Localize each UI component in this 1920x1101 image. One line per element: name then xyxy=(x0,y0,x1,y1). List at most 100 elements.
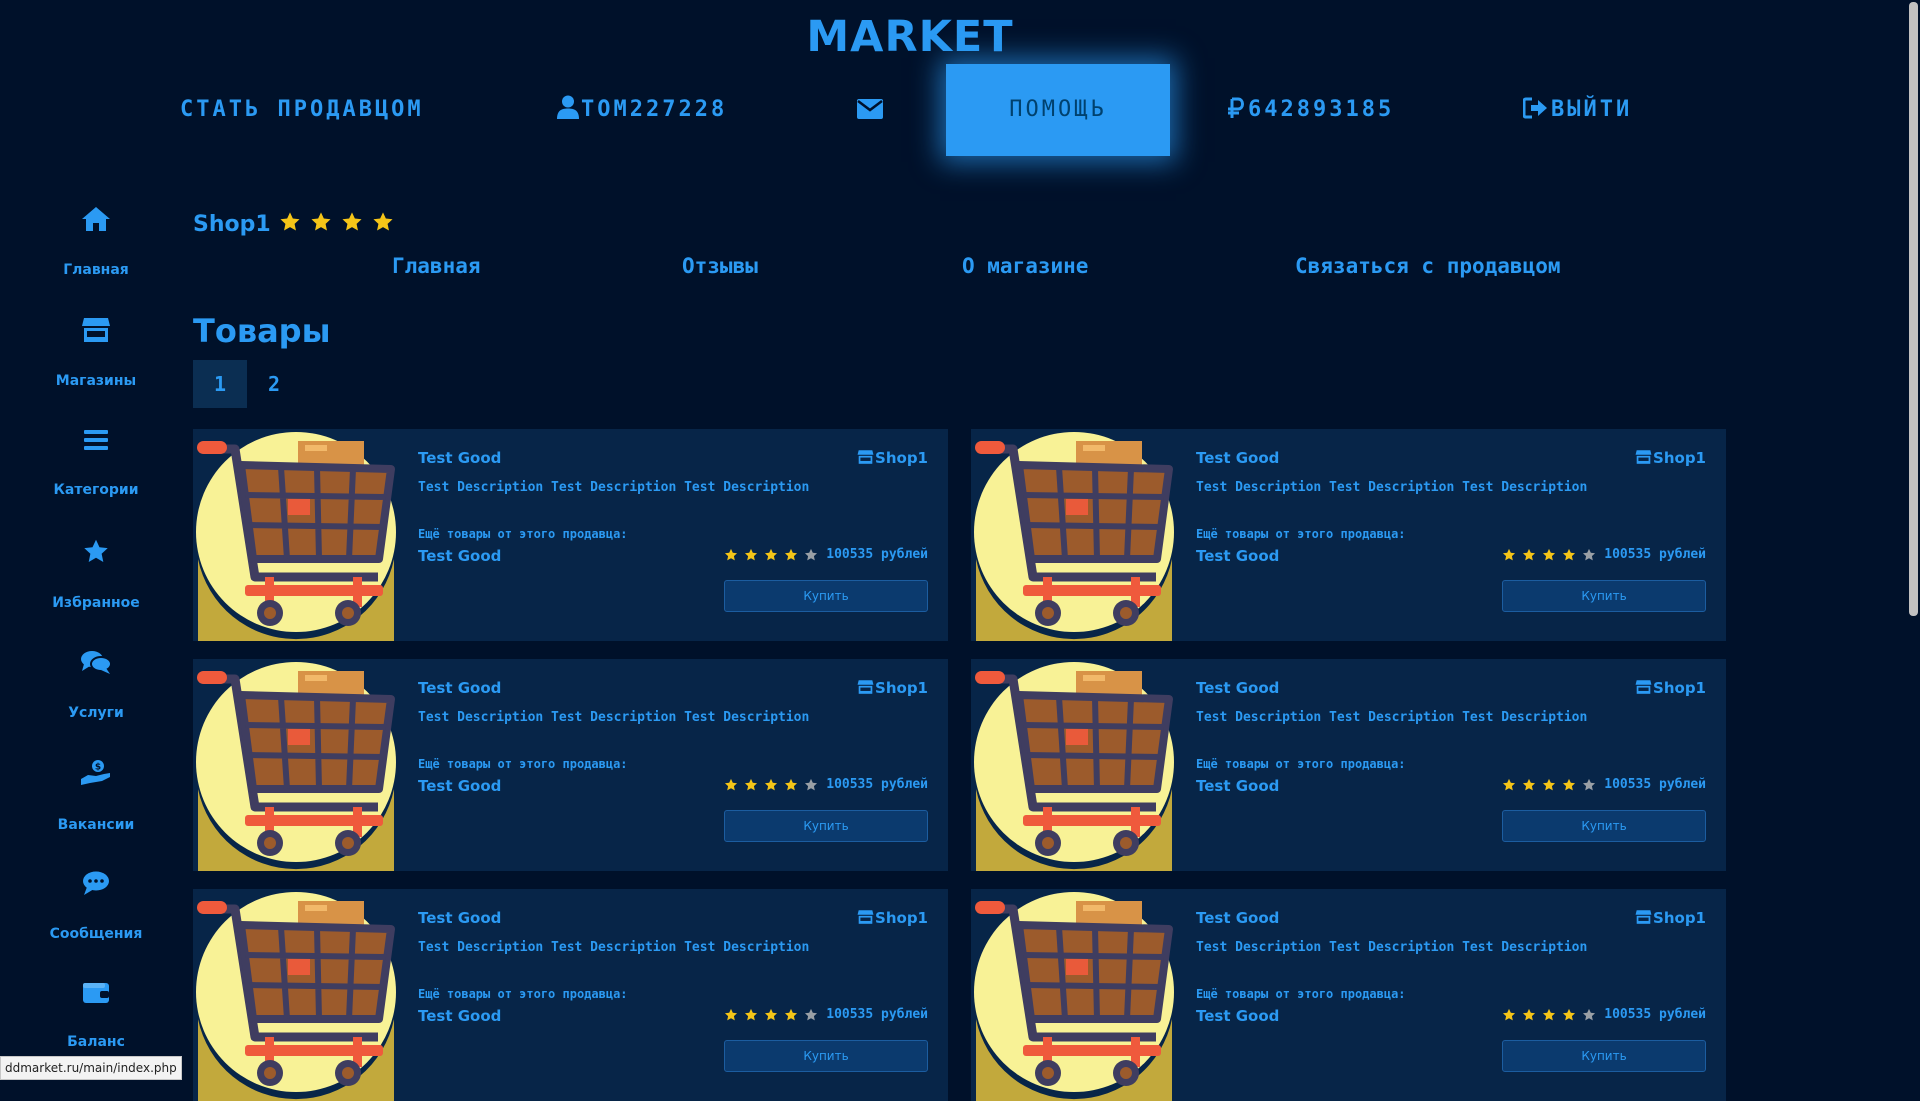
sidebar-item-shops[interactable]: Магазины xyxy=(0,317,192,389)
product-image[interactable] xyxy=(193,659,403,871)
sidebar-item-label: Услуги xyxy=(68,705,124,721)
product-shop-link[interactable]: Shop1 xyxy=(1635,449,1706,467)
balance-link[interactable]: 642893185 xyxy=(1228,64,1394,156)
sidebar-item-categories[interactable]: Категории xyxy=(0,428,192,498)
rating-star-icon xyxy=(1503,1008,1516,1020)
shopping-cart-image xyxy=(974,662,1174,871)
product-shop-name: Shop1 xyxy=(1653,909,1706,927)
shop-name[interactable]: Shop1 xyxy=(193,212,271,237)
product-shop-link[interactable]: Shop1 xyxy=(1635,679,1706,697)
product-shop-link[interactable]: Shop1 xyxy=(857,679,928,697)
buy-button[interactable]: Купить xyxy=(1502,580,1706,612)
buy-button[interactable]: Купить xyxy=(1502,810,1706,842)
tab-shop-home[interactable]: Главная xyxy=(392,254,481,278)
product-image[interactable] xyxy=(971,659,1181,871)
product-shop-link[interactable]: Shop1 xyxy=(1635,909,1706,927)
scrollbar-thumb[interactable] xyxy=(1909,2,1918,616)
product-shop-link[interactable]: Shop1 xyxy=(857,449,928,467)
product-card[interactable]: Test Good Shop1 Test Description Test Desc… xyxy=(193,659,948,871)
page-button-2[interactable]: 2 xyxy=(247,360,301,408)
product-title[interactable]: Test Good xyxy=(1196,679,1279,697)
pagination: 1 2 xyxy=(193,360,301,408)
product-shop-link[interactable]: Shop1 xyxy=(857,909,928,927)
rating-star-icon xyxy=(725,778,738,790)
more-from-seller-item[interactable]: Test Good xyxy=(418,777,501,795)
profile-link[interactable]: TOM227228 xyxy=(557,64,727,156)
rating-star-icon xyxy=(785,548,798,560)
product-title[interactable]: Test Good xyxy=(1196,449,1279,467)
logout-link[interactable]: ВЫЙТИ xyxy=(1522,64,1633,156)
more-from-seller-label: Ещё товары от этого продавца: xyxy=(418,527,628,541)
product-rating: 100535 рублей xyxy=(724,547,928,562)
more-from-seller-label: Ещё товары от этого продавца: xyxy=(1196,527,1406,541)
store-icon xyxy=(857,910,874,924)
product-title[interactable]: Test Good xyxy=(418,449,501,467)
logout-label: ВЫЙТИ xyxy=(1551,97,1633,122)
tab-reviews[interactable]: Отзывы xyxy=(682,254,758,278)
shopping-cart-image xyxy=(974,432,1174,641)
become-seller-link[interactable]: СТАТЬ ПРОДАВЦОМ xyxy=(180,64,424,156)
rating-star-icon xyxy=(1563,1008,1576,1020)
help-button[interactable]: ПОМОЩЬ xyxy=(946,64,1170,156)
more-from-seller-item[interactable]: Test Good xyxy=(1196,777,1279,795)
product-image[interactable] xyxy=(971,429,1181,641)
sidebar-item-messages[interactable]: Сообщения xyxy=(0,870,192,942)
sidebar-item-services[interactable]: Услуги xyxy=(0,649,192,721)
top-navigation: СТАТЬ ПРОДАВЦОМ TOM227228 ПОМОЩЬ 6428931… xyxy=(0,64,1920,156)
rating-star-icon xyxy=(725,548,738,560)
scrollbar[interactable] xyxy=(1906,0,1920,1080)
product-card[interactable]: Test Good Shop1 Test Description Test Desc… xyxy=(971,889,1726,1101)
sidebar-item-vacancies[interactable]: $ Вакансии xyxy=(0,759,192,833)
tab-about-shop[interactable]: О магазине xyxy=(962,254,1088,278)
more-from-seller-item[interactable]: Test Good xyxy=(418,1007,501,1025)
tab-contact-seller[interactable]: Связаться с продавцом xyxy=(1295,254,1561,278)
rating-star-icon xyxy=(805,548,818,560)
sidebar-item-label: Вакансии xyxy=(57,817,135,833)
list-icon xyxy=(84,430,108,450)
buy-button[interactable]: Купить xyxy=(1502,1040,1706,1072)
home-icon xyxy=(82,207,110,231)
product-card[interactable]: Test Good Shop1 Test Description Test Desc… xyxy=(971,429,1726,641)
product-title[interactable]: Test Good xyxy=(418,679,501,697)
rating-star-icon xyxy=(745,1008,758,1020)
product-price: 100535 рублей xyxy=(826,547,928,562)
rating-star-icon xyxy=(1503,548,1516,560)
shop-header: Shop1 xyxy=(193,207,403,241)
product-card[interactable]: Test Good Shop1 Test Description Test Desc… xyxy=(193,429,948,641)
rating-star-icon xyxy=(745,548,758,560)
more-from-seller-item[interactable]: Test Good xyxy=(1196,547,1279,565)
sidebar-item-favorites[interactable]: Избранное xyxy=(0,538,192,611)
rating-star-icon xyxy=(765,1008,778,1020)
shopping-cart-image xyxy=(196,432,396,641)
product-description: Test Description Test Description Test D… xyxy=(418,480,810,495)
more-from-seller-item[interactable]: Test Good xyxy=(418,547,501,565)
product-card[interactable]: Test Good Shop1 Test Description Test Desc… xyxy=(971,659,1726,871)
buy-button[interactable]: Купить xyxy=(724,1040,928,1072)
store-icon xyxy=(1635,450,1652,464)
buy-button[interactable]: Купить xyxy=(724,580,928,612)
product-title[interactable]: Test Good xyxy=(418,909,501,927)
more-from-seller-item[interactable]: Test Good xyxy=(1196,1007,1279,1025)
product-title[interactable]: Test Good xyxy=(1196,909,1279,927)
sidebar-item-home[interactable]: Главная xyxy=(0,206,192,278)
shop-rating xyxy=(279,211,403,237)
rating-star-icon xyxy=(1503,778,1516,790)
rating-star-icon xyxy=(725,1008,738,1020)
rating-star-icon xyxy=(1563,548,1576,560)
sidebar-item-label: Сообщения xyxy=(49,926,143,942)
messages-link[interactable] xyxy=(857,64,885,156)
shopping-cart-image xyxy=(196,662,396,871)
svg-text:$: $ xyxy=(95,763,101,773)
rating-star-icon xyxy=(342,212,362,231)
product-image[interactable] xyxy=(193,889,403,1101)
buy-button[interactable]: Купить xyxy=(724,810,928,842)
product-rating: 100535 рублей xyxy=(724,1007,928,1022)
sidebar-item-balance[interactable]: Баланс xyxy=(0,980,192,1050)
market-logo[interactable]: MARKET xyxy=(0,12,1820,62)
page-button-1[interactable]: 1 xyxy=(193,360,247,408)
product-card[interactable]: Test Good Shop1 Test Description Test Desc… xyxy=(193,889,948,1101)
more-from-seller-label: Ещё товары от этого продавца: xyxy=(1196,757,1406,771)
product-price: 100535 рублей xyxy=(826,777,928,792)
product-image[interactable] xyxy=(193,429,403,641)
product-image[interactable] xyxy=(971,889,1181,1101)
